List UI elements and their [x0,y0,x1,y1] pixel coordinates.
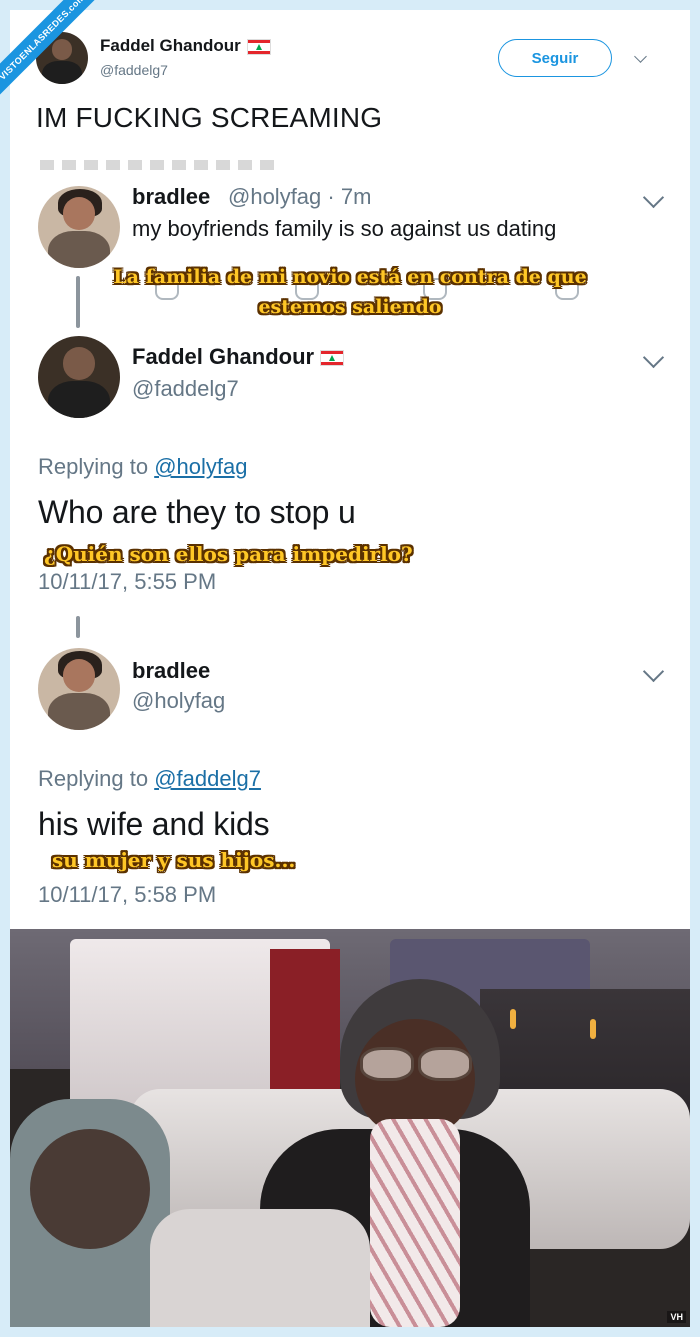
chevron-down-icon[interactable] [634,50,647,63]
lebanon-flag-icon [246,38,271,55]
lebanon-flag-icon [320,350,345,367]
author-handle[interactable]: @faddelg7 [100,62,168,78]
replying-to: Replying to @faddelg7 [38,766,261,792]
chevron-down-icon[interactable] [642,660,665,683]
thread-connector [76,616,80,638]
reply-time: · 7m [327,184,372,209]
reply-author-handle[interactable]: @holyfag [132,688,225,714]
replying-to-link[interactable]: @holyfag [154,454,247,479]
reply-text: my boyfriends family is so against us da… [132,216,557,241]
replying-to: Replying to @holyfag [38,454,247,480]
reply-author-handle[interactable]: @faddelg7 [132,376,239,402]
caption-line: ¿Quién son ellos para impedirlo? [44,542,413,566]
caption-line: La familia de mi novio está en contra de… [113,266,587,288]
avatar[interactable] [38,648,120,730]
reply-author-name[interactable]: Faddel Ghandour [132,344,345,370]
tweet-text: IM FUCKING SCREAMING [36,102,383,133]
follow-button[interactable]: Seguir [498,39,612,77]
channel-badge: VH [667,1311,686,1323]
chevron-down-icon[interactable] [642,346,665,369]
author-name-text: Faddel Ghandour [100,36,241,55]
replying-to-link[interactable]: @faddelg7 [154,766,261,791]
replying-prefix: Replying to [38,766,149,791]
chevron-down-icon[interactable] [642,186,665,209]
avatar[interactable] [38,336,120,418]
replying-prefix: Replying to [38,454,149,479]
reply-handle-text: @holyfag [228,184,322,209]
ghost-text-line [40,160,280,170]
reply-author-handle[interactable]: @holyfag · 7m [228,184,371,210]
reply-text: Who are they to stop u [38,494,356,530]
reply-text: his wife and kids [38,806,270,842]
reaction-photo: VH [10,929,690,1327]
reply-author-name-text: Faddel Ghandour [132,344,315,369]
author-name[interactable]: Faddel Ghandour [100,36,271,56]
timestamp[interactable]: 10/11/17, 5:55 PM [38,569,216,595]
caption-line: su mujer y sus hijos... [52,848,296,872]
timestamp[interactable]: 10/11/17, 5:58 PM [38,882,216,908]
caption-line: estemos saliendo [258,296,442,318]
reply-author-name[interactable]: bradlee [132,658,210,684]
reply-author-name[interactable]: bradlee [132,184,210,210]
avatar[interactable] [38,186,120,268]
tweet-card: Faddel Ghandour @faddelg7 Seguir IM FUCK… [10,10,690,1327]
tweet-header: Faddel Ghandour @faddelg7 Seguir [10,10,690,100]
